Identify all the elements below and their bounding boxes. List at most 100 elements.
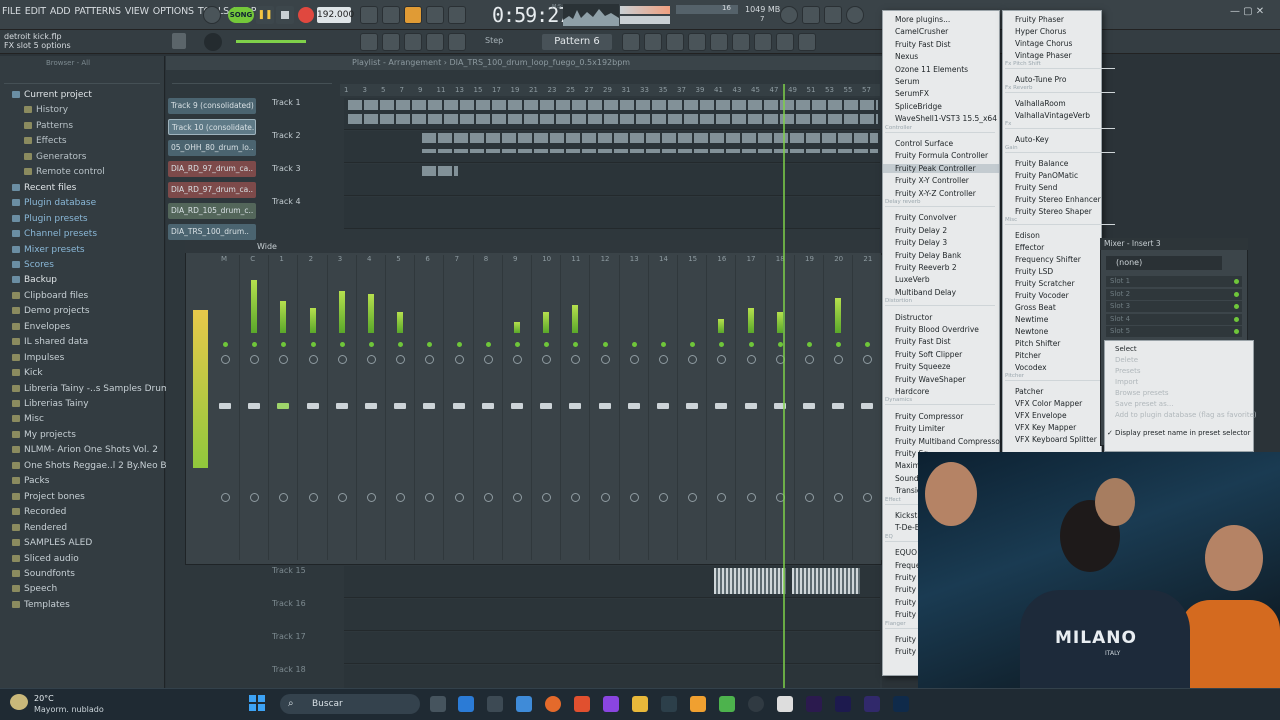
task-view-icon[interactable]: [430, 696, 446, 712]
mixer-strip[interactable]: 13: [621, 255, 649, 560]
pan-knob[interactable]: [571, 355, 581, 364]
track-clip[interactable]: [422, 166, 458, 176]
mixer-strip[interactable]: 3: [329, 255, 357, 560]
send-knob[interactable]: [337, 493, 347, 502]
mute-toggle[interactable]: [398, 342, 404, 347]
tempo-display[interactable]: 192.000: [317, 7, 354, 23]
play-button[interactable]: ❚❚: [256, 6, 274, 24]
volume-fader[interactable]: [394, 403, 407, 409]
browser-item[interactable]: Effects: [24, 136, 67, 146]
pan-knob[interactable]: [250, 355, 260, 364]
plugin-menu-item[interactable]: Fruity Delay 2: [895, 226, 947, 235]
chrome-alt-icon[interactable]: [719, 696, 735, 712]
insert-slot[interactable]: Slot 1: [1106, 276, 1242, 287]
wrench-icon[interactable]: [776, 33, 794, 51]
context-menu-item[interactable]: Add to plugin database (flag as favorite…: [1115, 411, 1257, 419]
plugin-menu-item[interactable]: SpliceBridge: [895, 102, 942, 111]
plugin-menu-item[interactable]: Fruity Delay 3: [895, 238, 947, 247]
plugin-menu-item[interactable]: Serum: [895, 77, 920, 86]
mixer-strip[interactable]: 9: [504, 255, 532, 560]
slot-enable-toggle[interactable]: [1234, 279, 1239, 284]
browser-item[interactable]: Scores: [12, 260, 54, 270]
plugin-menu-item[interactable]: Fruity Convolver: [895, 213, 956, 222]
track-name[interactable]: Track 15: [272, 566, 306, 575]
microphone-icon[interactable]: [824, 6, 842, 24]
plugin-menu-item[interactable]: Hardcore: [895, 387, 929, 396]
pan-knob[interactable]: [542, 355, 552, 364]
mute-toggle[interactable]: [281, 342, 287, 347]
twitch-icon[interactable]: [603, 696, 619, 712]
plugin-menu-item[interactable]: Vocodex: [1015, 363, 1047, 372]
plugin-menu-item[interactable]: More plugins...: [895, 15, 950, 24]
mute-toggle[interactable]: [807, 342, 812, 347]
mute-toggle[interactable]: [631, 342, 637, 347]
context-menu-item[interactable]: Delete: [1115, 356, 1138, 364]
track-row[interactable]: [344, 599, 880, 631]
mixer-strip[interactable]: 5: [387, 255, 416, 560]
playhead[interactable]: [783, 84, 785, 688]
snap-step-label[interactable]: Step: [485, 36, 503, 45]
browser-item[interactable]: Templates: [12, 600, 70, 610]
track-name[interactable]: Track 1: [272, 98, 301, 107]
track-row[interactable]: [344, 197, 880, 229]
clip-picker-item[interactable]: 05_OHH_80_drum_lo..: [168, 140, 256, 156]
plugin-menu-item[interactable]: VFX Keyboard Splitter: [1015, 435, 1097, 444]
volume-fader[interactable]: [277, 403, 290, 409]
plugin-menu-item[interactable]: VFX Key Mapper: [1015, 423, 1076, 432]
insert-slot[interactable]: Slot 3: [1106, 301, 1242, 312]
plugin-menu-item[interactable]: Distructor: [895, 313, 932, 322]
help-icon[interactable]: [846, 6, 864, 24]
store-icon[interactable]: [487, 696, 503, 712]
volume-fader[interactable]: [569, 403, 582, 409]
mute-toggle[interactable]: [310, 342, 316, 347]
send-knob[interactable]: [221, 493, 230, 502]
plugin-menu-item[interactable]: Fruity Squeeze: [895, 362, 951, 371]
send-knob[interactable]: [454, 493, 464, 502]
record-button[interactable]: [298, 7, 314, 23]
send-knob[interactable]: [863, 493, 873, 502]
pan-knob[interactable]: [367, 355, 376, 364]
master-pitch-slider[interactable]: [620, 16, 670, 24]
browser-item[interactable]: Rendered: [12, 523, 67, 533]
clip-picker-item[interactable]: DIA_RD_105_drum_c..: [168, 203, 256, 219]
slot-enable-toggle[interactable]: [1234, 316, 1239, 322]
volume-fader[interactable]: [335, 403, 348, 409]
send-knob[interactable]: [279, 493, 289, 502]
plugin-menu-item[interactable]: Nexus: [895, 52, 918, 61]
plugin-menu-item[interactable]: Fruity Peak Controller: [883, 163, 999, 173]
mute-toggle[interactable]: [456, 342, 462, 347]
mixer-strip[interactable]: 21: [854, 255, 883, 560]
slot-enable-toggle[interactable]: [1234, 304, 1239, 309]
mixer-strip[interactable]: 18: [767, 255, 795, 560]
plugin-menu-item[interactable]: Fruity Fast Dist: [895, 337, 951, 346]
browser-item[interactable]: Kick: [12, 368, 43, 378]
browser-item[interactable]: IL shared data: [12, 337, 88, 347]
plugin-menu-item[interactable]: Gross Beat: [1015, 303, 1056, 312]
pan-knob[interactable]: [483, 355, 493, 364]
master-volume-slider[interactable]: [620, 6, 670, 14]
audio-clip[interactable]: [792, 568, 860, 594]
send-knob[interactable]: [425, 493, 435, 502]
mixer-strip[interactable]: 12: [592, 255, 620, 560]
piano-roll-icon[interactable]: [666, 33, 684, 51]
browser-item[interactable]: Packs: [12, 476, 49, 486]
plugin-menu-item[interactable]: Frequency Shifter: [1015, 255, 1081, 264]
volume-fader[interactable]: [219, 403, 231, 409]
browser-item[interactable]: Clipboard files: [12, 291, 88, 301]
obs-icon[interactable]: [748, 696, 764, 712]
pan-knob[interactable]: [629, 355, 639, 364]
menu-item-view[interactable]: VIEW: [123, 6, 151, 17]
browser-item[interactable]: Recorded: [12, 507, 66, 517]
checkbox-icon[interactable]: ✓: [1107, 429, 1113, 437]
menu-item-patterns[interactable]: PATTERNS: [72, 6, 122, 17]
countdown-icon[interactable]: [404, 6, 422, 24]
weather-icon[interactable]: [10, 694, 28, 710]
browser-item[interactable]: Speech: [12, 584, 57, 594]
browser-item[interactable]: One Shots Reggae..l 2 By.Neo Beats: [12, 461, 186, 471]
pattern-selector[interactable]: Pattern 6: [542, 34, 612, 50]
pan-knob[interactable]: [688, 355, 698, 364]
track-name[interactable]: Track 4: [272, 197, 301, 206]
browser-item[interactable]: Plugin presets: [12, 214, 88, 224]
plugin-menu-item[interactable]: Fruity Send: [1015, 183, 1057, 192]
mixer-strip[interactable]: 15: [679, 255, 708, 560]
